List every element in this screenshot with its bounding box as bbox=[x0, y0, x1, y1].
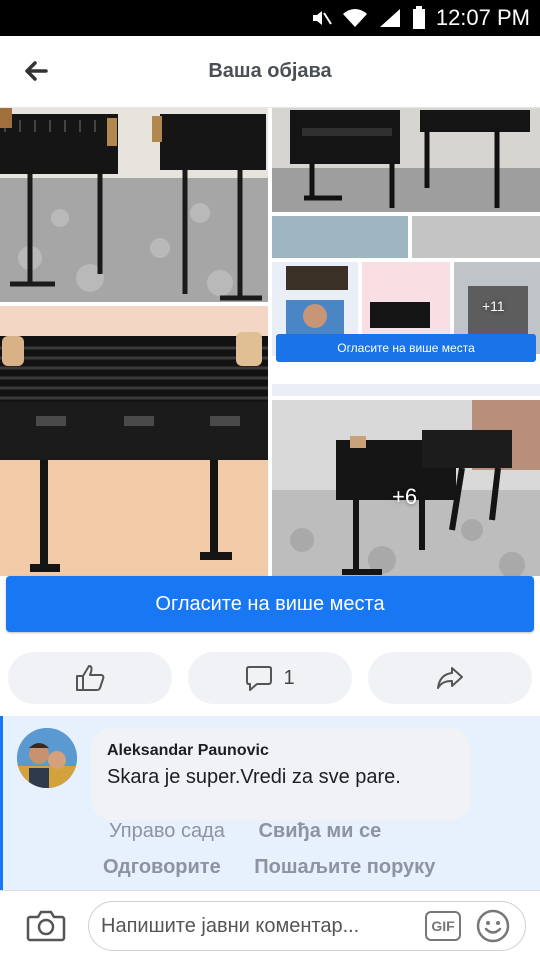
share-icon bbox=[437, 667, 463, 689]
top-app-bar: Ваша објава bbox=[0, 36, 540, 108]
comment-timestamp: Управо сада bbox=[109, 820, 225, 842]
like-button[interactable] bbox=[8, 652, 172, 704]
comment-section: Aleksandar Paunovic Skara je super.Vredi… bbox=[0, 716, 540, 890]
more-photos-count-small: +11 bbox=[482, 298, 505, 314]
comment-meta-row-2: Одговорите Пошаљите поруку bbox=[103, 856, 463, 879]
comment-count: 1 bbox=[283, 666, 295, 689]
comment-reply-link[interactable]: Одговорите bbox=[103, 856, 221, 878]
boost-post-button[interactable]: Огласите на више места bbox=[6, 576, 534, 632]
camera-icon[interactable] bbox=[26, 907, 66, 943]
photo-collage: +11 Огласите на више места +6 bbox=[0, 108, 540, 576]
avatar[interactable] bbox=[17, 728, 77, 788]
comment-message-link[interactable]: Пошаљите поруку bbox=[254, 856, 435, 878]
battery-icon bbox=[412, 6, 425, 29]
wifi-icon bbox=[342, 9, 367, 27]
comment-composer: GIF bbox=[0, 890, 540, 960]
photo-grill-closeup[interactable] bbox=[0, 306, 268, 576]
gif-button[interactable]: GIF bbox=[425, 911, 461, 941]
comment-author[interactable]: Aleksandar Paunovic bbox=[107, 742, 455, 760]
comment-input[interactable] bbox=[101, 914, 421, 938]
emoji-icon[interactable] bbox=[475, 908, 511, 944]
comment-input-box: GIF bbox=[88, 901, 526, 951]
share-button[interactable] bbox=[368, 652, 532, 704]
status-bar: 12:07 PM bbox=[0, 0, 540, 36]
comment-text: Skara je super.Vredi za sve pare. bbox=[107, 766, 401, 788]
comment-meta-row-1: Управо сада Свиђа ми се bbox=[109, 820, 409, 843]
comment-button[interactable]: 1 bbox=[188, 652, 352, 704]
comment-bubble: Aleksandar Paunovic Skara je super.Vredi… bbox=[91, 728, 471, 820]
mute-icon bbox=[312, 11, 332, 25]
status-time: 12:07 PM bbox=[435, 5, 530, 30]
signal-icon bbox=[379, 9, 400, 27]
photo-grill-pair[interactable] bbox=[0, 108, 268, 302]
comment-icon bbox=[246, 666, 273, 691]
photo-screenshot-collage[interactable]: +11 Огласите на више места bbox=[272, 216, 540, 396]
mini-boost-button: Огласите на више места bbox=[276, 334, 536, 362]
more-photos-count-large: +6 bbox=[392, 484, 418, 509]
thumbs-up-icon bbox=[76, 665, 105, 691]
post-actions: 1 bbox=[0, 648, 540, 708]
photo-grill-side[interactable]: +6 bbox=[272, 400, 540, 576]
comment-like-link[interactable]: Свиђа ми се bbox=[258, 820, 381, 842]
page-title: Ваша објава bbox=[208, 60, 332, 82]
photo-grill-front[interactable] bbox=[272, 108, 540, 212]
